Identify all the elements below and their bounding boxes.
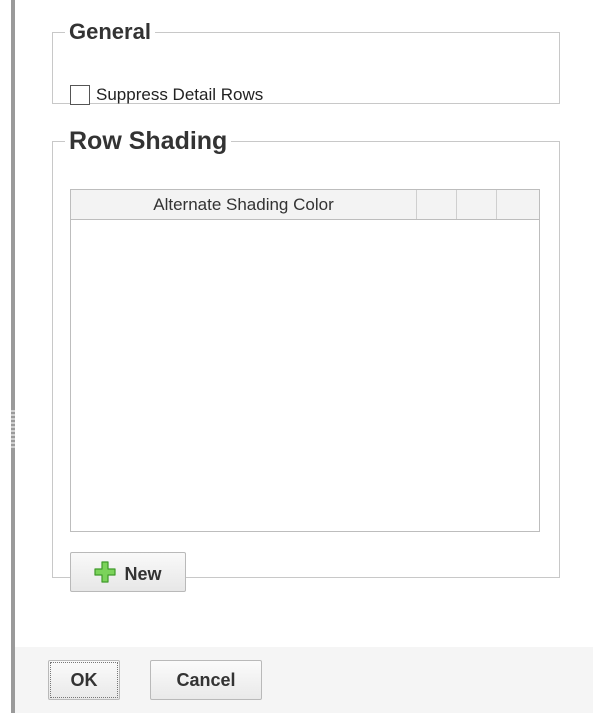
row-shading-group: Row Shading Alternate Shading Color New (52, 127, 560, 592)
dialog-left-border (11, 0, 15, 713)
row-options-dialog: General Suppress Detail Rows Row Shading… (0, 0, 593, 713)
new-button[interactable]: New (70, 552, 186, 592)
dialog-footer: OK Cancel (15, 647, 593, 713)
new-button-label: New (124, 563, 162, 584)
general-group-title: General (69, 19, 151, 44)
grid-body (71, 220, 539, 531)
ok-button[interactable]: OK (48, 660, 120, 700)
general-group: General Suppress Detail Rows (52, 19, 560, 105)
suppress-detail-rows-checkbox[interactable] (70, 85, 90, 105)
column-header-2[interactable] (417, 190, 457, 219)
column-header-alternate-shading-color[interactable]: Alternate Shading Color (71, 190, 417, 219)
resize-grip[interactable] (11, 410, 15, 450)
cancel-button[interactable]: Cancel (150, 660, 262, 700)
shading-color-grid[interactable]: Alternate Shading Color (70, 189, 540, 532)
row-shading-group-title: Row Shading (69, 127, 228, 155)
grid-header: Alternate Shading Color (71, 190, 539, 220)
suppress-detail-rows-option[interactable]: Suppress Detail Rows (70, 85, 263, 105)
plus-icon (94, 561, 117, 583)
suppress-detail-rows-label[interactable]: Suppress Detail Rows (96, 85, 263, 105)
column-header-4[interactable] (497, 190, 539, 219)
column-header-3[interactable] (457, 190, 497, 219)
